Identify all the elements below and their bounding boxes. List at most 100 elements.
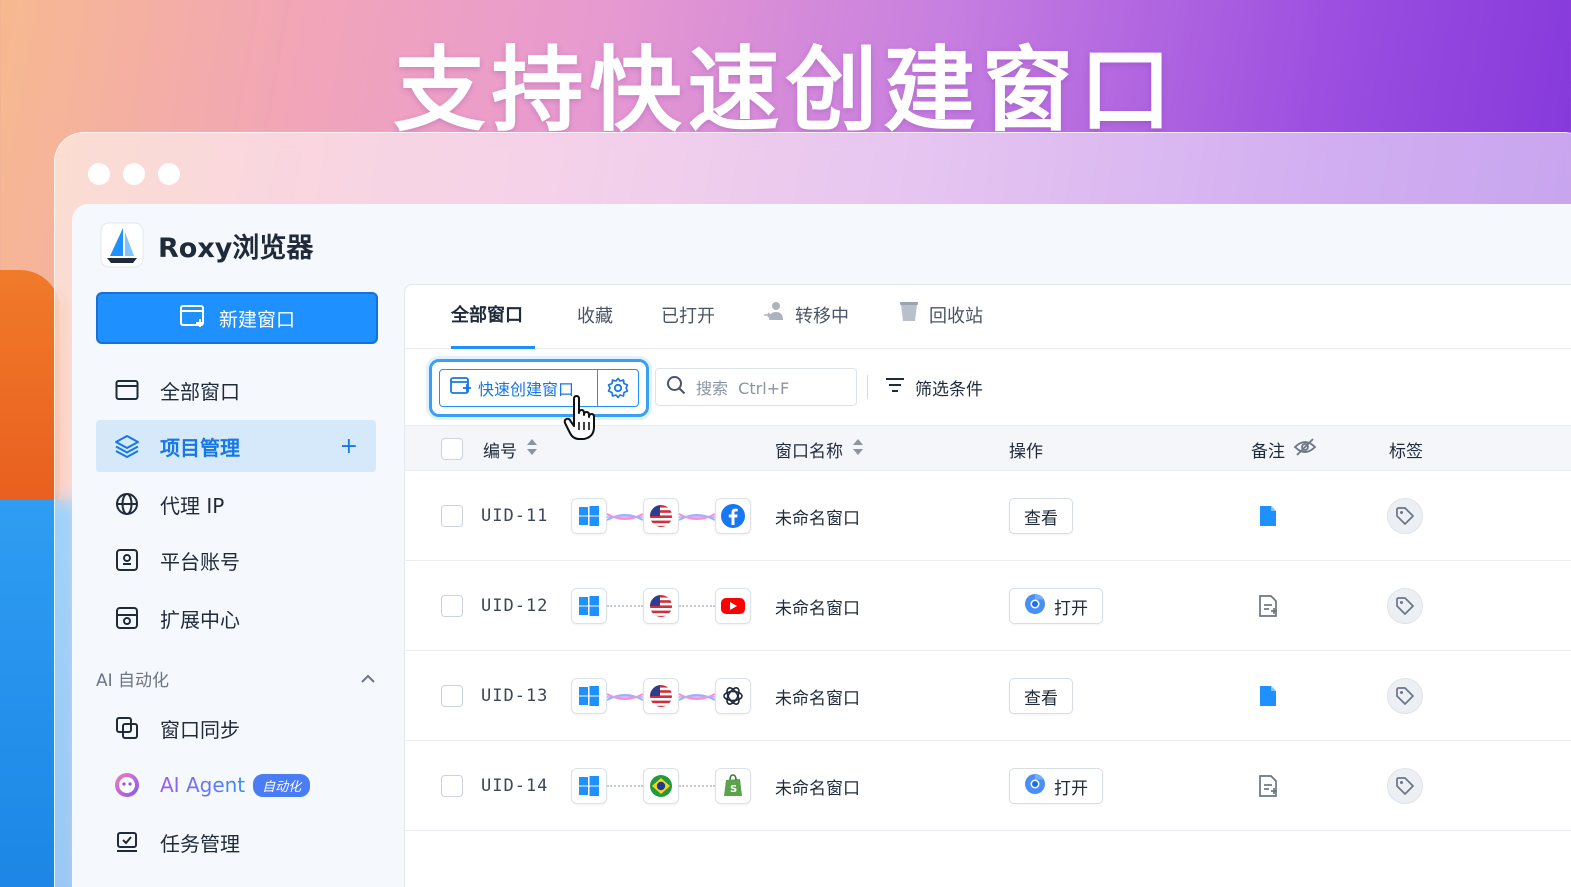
view-button[interactable]: 查看 bbox=[1009, 498, 1073, 534]
column-label: 备注 bbox=[1251, 441, 1285, 462]
link-line-dotted bbox=[679, 785, 715, 787]
sidebar-item-proxy[interactable]: 代理 IP bbox=[96, 478, 376, 530]
tag-icon[interactable] bbox=[1387, 678, 1423, 714]
sort-icon[interactable] bbox=[851, 437, 865, 462]
sidebar-item-label: 平台账号 bbox=[160, 549, 240, 574]
quick-create-button-group: 快速创建窗口 bbox=[439, 369, 639, 407]
row-checkbox[interactable] bbox=[441, 471, 463, 561]
row-uid: UID-12 bbox=[481, 596, 549, 616]
agent-icon bbox=[114, 772, 140, 798]
app-title: Roxy浏览器 bbox=[158, 232, 314, 264]
note-filled-icon[interactable] bbox=[1257, 651, 1279, 741]
banner-headline: 支持快速创建窗口 bbox=[393, 37, 1178, 144]
tab-transferring[interactable]: 转移中 bbox=[763, 285, 849, 349]
note-empty-icon[interactable] bbox=[1257, 561, 1279, 651]
window-close-dot[interactable] bbox=[88, 163, 110, 185]
sidebar-item-tasks[interactable]: 任务管理 bbox=[96, 816, 376, 868]
search-icon bbox=[666, 375, 686, 399]
sidebar-item-accounts[interactable]: 平台账号 bbox=[96, 534, 376, 586]
table-row[interactable]: UID-11 未命名窗口 查看 bbox=[405, 471, 1571, 561]
new-window-button[interactable]: 新建窗口 bbox=[96, 292, 378, 344]
background-shape-orange bbox=[0, 270, 60, 530]
column-header-name[interactable]: 窗口名称 bbox=[775, 426, 865, 472]
toolbar-divider bbox=[867, 375, 868, 399]
us-flag-icon bbox=[643, 498, 679, 534]
sidebar-item-window-sync[interactable]: 窗口同步 bbox=[96, 702, 376, 754]
tab-label: 全部窗口 bbox=[451, 304, 523, 326]
env-chain: S bbox=[571, 741, 751, 831]
section-title: AI 自动化 bbox=[96, 671, 170, 691]
sidebar-item-all-windows[interactable]: 全部窗口 bbox=[96, 364, 376, 416]
add-project-button[interactable]: + bbox=[340, 434, 358, 459]
column-label: 窗口名称 bbox=[775, 441, 843, 462]
row-checkbox[interactable] bbox=[441, 561, 463, 651]
tab-label: 回收站 bbox=[929, 306, 983, 327]
row-uid: UID-11 bbox=[481, 506, 549, 526]
sailboat-logo-icon bbox=[100, 222, 144, 268]
eye-off-icon[interactable] bbox=[1293, 437, 1317, 462]
sort-icon[interactable] bbox=[525, 437, 539, 462]
us-flag-icon bbox=[643, 588, 679, 624]
tab-opened[interactable]: 已打开 bbox=[661, 285, 715, 349]
transfer-icon bbox=[763, 285, 785, 349]
link-line-dotted bbox=[679, 605, 715, 607]
tab-all-windows[interactable]: 全部窗口 bbox=[451, 285, 535, 349]
tab-favorites[interactable]: 收藏 bbox=[577, 285, 613, 349]
window-minimize-dot[interactable] bbox=[123, 163, 145, 185]
row-checkbox[interactable] bbox=[441, 651, 463, 741]
column-label: 标签 bbox=[1389, 441, 1423, 462]
row-action-cell: 打开 bbox=[1009, 561, 1103, 651]
tab-label: 已打开 bbox=[661, 306, 715, 327]
tab-label: 收藏 bbox=[577, 306, 613, 327]
link-line bbox=[606, 509, 644, 523]
column-label: 编号 bbox=[483, 441, 517, 462]
tag-icon[interactable] bbox=[1387, 498, 1423, 534]
account-icon bbox=[114, 547, 140, 573]
sidebar-item-ai-agent[interactable]: AI Agent 自动化 bbox=[96, 759, 376, 811]
ai-automation-section[interactable]: AI 自动化 bbox=[96, 666, 376, 691]
link-line-dotted bbox=[607, 785, 643, 787]
row-action-cell: 打开 bbox=[1009, 741, 1103, 831]
window-maximize-dot[interactable] bbox=[158, 163, 180, 185]
window-name: 未命名窗口 bbox=[775, 598, 860, 619]
tab-label: 转移中 bbox=[795, 306, 849, 327]
sidebar-item-projects[interactable]: 项目管理 + bbox=[96, 420, 376, 472]
chevron-up-icon[interactable] bbox=[360, 669, 376, 689]
gear-icon[interactable] bbox=[598, 370, 638, 406]
sidebar-item-extensions[interactable]: 扩展中心 bbox=[96, 592, 376, 644]
tag-icon[interactable] bbox=[1387, 588, 1423, 624]
select-all-checkbox[interactable] bbox=[441, 426, 463, 472]
search-input[interactable]: 搜索 Ctrl+F bbox=[655, 368, 857, 406]
env-chain bbox=[571, 471, 751, 561]
windows-icon bbox=[571, 678, 607, 714]
table-row[interactable]: UID-12 未命名窗口 打开 bbox=[405, 561, 1571, 651]
column-header-id[interactable]: 编号 bbox=[483, 426, 539, 472]
view-button[interactable]: 查看 bbox=[1009, 678, 1073, 714]
note-filled-icon[interactable] bbox=[1257, 471, 1279, 561]
extension-icon bbox=[114, 605, 140, 631]
tab-trash[interactable]: 回收站 bbox=[899, 285, 983, 349]
app-window: Roxy浏览器 新建窗口 全部窗口 项目管理 + 代理 IP 平台账号 扩展中心… bbox=[72, 204, 1571, 887]
filter-icon bbox=[885, 377, 905, 398]
row-tag-cell bbox=[1387, 651, 1423, 741]
table-row[interactable]: UID-14 S 未命名窗口 打开 bbox=[405, 741, 1571, 831]
open-button[interactable]: 打开 bbox=[1009, 588, 1103, 624]
svg-text:S: S bbox=[730, 784, 737, 795]
tag-icon[interactable] bbox=[1387, 768, 1423, 804]
action-label: 查看 bbox=[1024, 688, 1058, 709]
layers-icon bbox=[114, 433, 140, 459]
row-uid: UID-14 bbox=[481, 776, 549, 796]
row-action-cell: 查看 bbox=[1009, 651, 1073, 741]
app-logo: Roxy浏览器 bbox=[100, 222, 313, 268]
row-tag-cell bbox=[1387, 741, 1423, 831]
filter-button[interactable]: 筛选条件 bbox=[885, 368, 983, 406]
table-row[interactable]: UID-13 未命名窗口 查看 bbox=[405, 651, 1571, 741]
env-chain bbox=[571, 651, 751, 741]
row-checkbox[interactable] bbox=[441, 741, 463, 831]
column-header-note: 备注 bbox=[1251, 426, 1317, 472]
action-label: 打开 bbox=[1054, 598, 1088, 619]
action-label: 打开 bbox=[1054, 778, 1088, 799]
open-button[interactable]: 打开 bbox=[1009, 768, 1103, 804]
note-empty-icon[interactable] bbox=[1257, 741, 1279, 831]
column-header-tags: 标签 bbox=[1389, 426, 1423, 472]
